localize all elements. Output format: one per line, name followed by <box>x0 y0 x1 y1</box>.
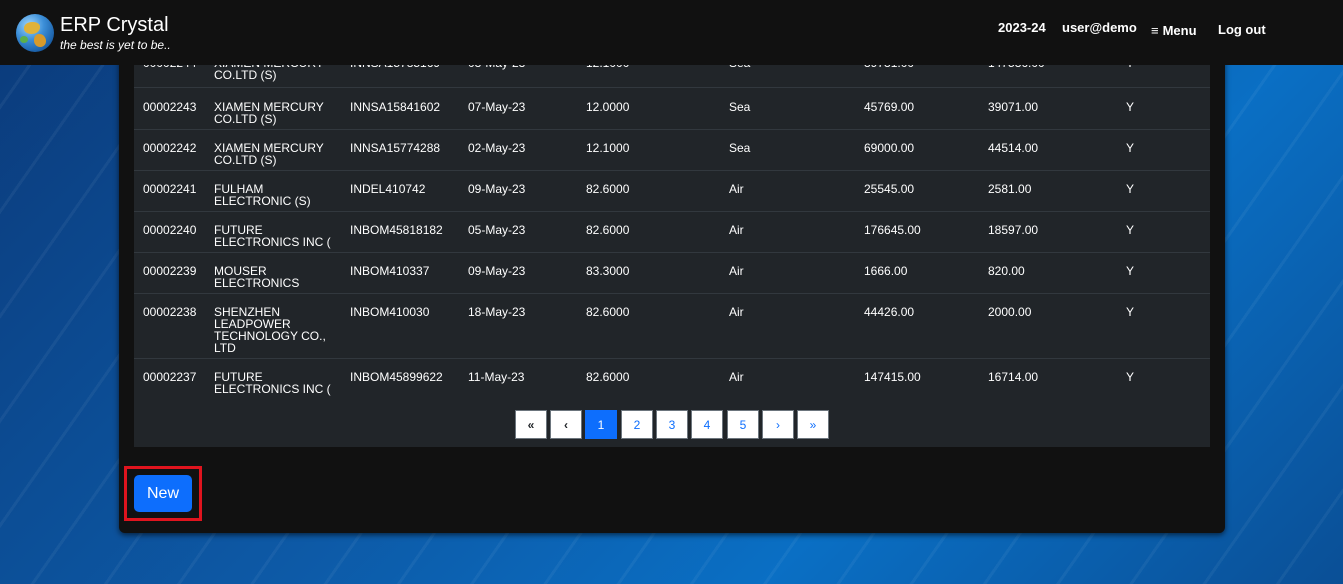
bill-no-cell: INNSA15841602 <box>350 100 441 114</box>
table-row[interactable]: 00002240 FUTURE ELECTRONICS INC ( INBOM458… <box>134 211 1210 253</box>
mode-cell: Sea <box>729 141 751 155</box>
page-button-5[interactable]: 5 <box>727 410 759 439</box>
date-cell: 18-May-23 <box>468 305 526 319</box>
next-page-button[interactable]: › <box>762 410 794 439</box>
bill-no-cell: INDEL410742 <box>350 182 426 196</box>
amount-cell: 69000.00 <box>864 141 915 155</box>
supplier-cell: FUTURE ELECTRONICS INC ( <box>214 223 331 249</box>
amount-cell: 45769.00 <box>864 100 915 114</box>
amount-cell: 44426.00 <box>864 305 915 319</box>
doc-no-cell: 00002242 <box>143 141 197 155</box>
amount-cell: 147415.00 <box>864 370 921 384</box>
date-cell: 09-May-23 <box>468 264 526 278</box>
doc-no-cell: 00002238 <box>143 305 197 319</box>
date-cell: 02-May-23 <box>468 141 526 155</box>
menu-button[interactable]: ≡ Menu <box>1151 23 1197 38</box>
rate-cell: 82.6000 <box>586 223 630 237</box>
rate-cell: 82.6000 <box>586 182 630 196</box>
doc-no-cell: 00002237 <box>143 370 197 384</box>
status-cell: Y <box>1126 182 1135 196</box>
rate-cell: 83.3000 <box>586 264 630 278</box>
first-page-button[interactable]: « <box>515 410 547 439</box>
status-cell: Y <box>1126 264 1135 278</box>
duty-cell: 44514.00 <box>988 141 1039 155</box>
status-cell: Y <box>1126 141 1135 155</box>
bill-no-cell: INBOM45899622 <box>350 370 443 384</box>
app-tagline: the best is yet to be.. <box>60 38 171 52</box>
amount-cell: 25545.00 <box>864 182 915 196</box>
user-name[interactable]: user@demo <box>1062 20 1137 35</box>
status-cell: Y <box>1126 305 1135 319</box>
table-row[interactable]: 00002238 SHENZHEN LEADPOWER TECHNOLOGY CO… <box>134 293 1210 359</box>
amount-cell: 1666.00 <box>864 264 908 278</box>
date-cell: 07-May-23 <box>468 100 526 114</box>
app-title[interactable]: ERP Crystal <box>60 14 169 37</box>
financial-year[interactable]: 2023-24 <box>998 20 1046 35</box>
table-row[interactable]: 00002237 FUTURE ELECTRONICS INC ( INBOM458… <box>134 358 1210 402</box>
page-button-1[interactable]: 1 <box>585 410 617 439</box>
top-navbar: ERP Crystal the best is yet to be.. 2023… <box>0 0 1343 65</box>
data-table: 00002244XIAMEN MERCURY CO.LTD (S)INNSA15… <box>134 52 1210 405</box>
page-button-4[interactable]: 4 <box>691 410 723 439</box>
page-button-2[interactable]: 2 <box>621 410 653 439</box>
rate-cell: 82.6000 <box>586 370 630 384</box>
duty-cell: 2000.00 <box>988 305 1032 319</box>
duty-cell: 18597.00 <box>988 223 1039 237</box>
hamburger-icon: ≡ <box>1151 23 1159 38</box>
doc-no-cell: 00002243 <box>143 100 197 114</box>
supplier-cell: FULHAM ELECTRONIC (S) <box>214 182 311 208</box>
status-cell: Y <box>1126 100 1135 114</box>
globe-logo-icon[interactable] <box>16 14 54 52</box>
mode-cell: Air <box>729 370 744 384</box>
supplier-cell: XIAMEN MERCURY CO.LTD (S) <box>214 141 324 167</box>
date-cell: 09-May-23 <box>468 182 526 196</box>
supplier-cell: MOUSER ELECTRONICS <box>214 264 300 290</box>
amount-cell: 176645.00 <box>864 223 921 237</box>
page-button-3[interactable]: 3 <box>656 410 688 439</box>
mode-cell: Air <box>729 182 744 196</box>
mode-cell: Air <box>729 223 744 237</box>
menu-label: Menu <box>1162 23 1197 38</box>
last-page-button[interactable]: » <box>797 410 829 439</box>
mode-cell: Sea <box>729 100 751 114</box>
rate-cell: 12.0000 <box>586 100 630 114</box>
duty-cell: 2581.00 <box>988 182 1032 196</box>
new-button[interactable]: New <box>134 475 192 512</box>
pagination: « ‹ 1 2 3 4 5 › » <box>134 404 1210 447</box>
table-row[interactable]: 00002243 XIAMEN MERCURY CO.LTD (S) INNSA15… <box>134 88 1210 130</box>
status-cell: Y <box>1126 370 1135 384</box>
supplier-cell: XIAMEN MERCURY CO.LTD (S) <box>214 100 324 126</box>
doc-no-cell: 00002241 <box>143 182 197 196</box>
status-cell: Y <box>1126 223 1135 237</box>
bill-no-cell: INNSA15774288 <box>350 141 441 155</box>
doc-no-cell: 00002239 <box>143 264 197 278</box>
prev-page-button[interactable]: ‹ <box>550 410 582 439</box>
rate-cell: 12.1000 <box>586 141 630 155</box>
table-row[interactable]: 00002242 XIAMEN MERCURY CO.LTD (S) INNSA15… <box>134 129 1210 171</box>
supplier-cell: SHENZHEN LEADPOWER TECHNOLOGY CO., LTD <box>214 305 326 355</box>
date-cell: 11-May-23 <box>468 370 525 384</box>
supplier-cell: FUTURE ELECTRONICS INC ( <box>214 370 331 396</box>
duty-cell: 39071.00 <box>988 100 1039 114</box>
mode-cell: Air <box>729 264 744 278</box>
bill-no-cell: INBOM45818182 <box>350 223 443 237</box>
doc-no-cell: 00002240 <box>143 223 197 237</box>
bill-no-cell: INBOM410030 <box>350 305 430 319</box>
mode-cell: Air <box>729 305 744 319</box>
logout-link[interactable]: Log out <box>1218 22 1266 37</box>
rate-cell: 82.6000 <box>586 305 630 319</box>
duty-cell: 820.00 <box>988 264 1025 278</box>
bill-no-cell: INBOM410337 <box>350 264 430 278</box>
table-row[interactable]: 00002239 MOUSER ELECTRONICS INBOM410337 09-… <box>134 252 1210 294</box>
table-row[interactable]: 00002241 FULHAM ELECTRONIC (S) INDEL410742… <box>134 170 1210 212</box>
date-cell: 05-May-23 <box>468 223 526 237</box>
duty-cell: 16714.00 <box>988 370 1039 384</box>
